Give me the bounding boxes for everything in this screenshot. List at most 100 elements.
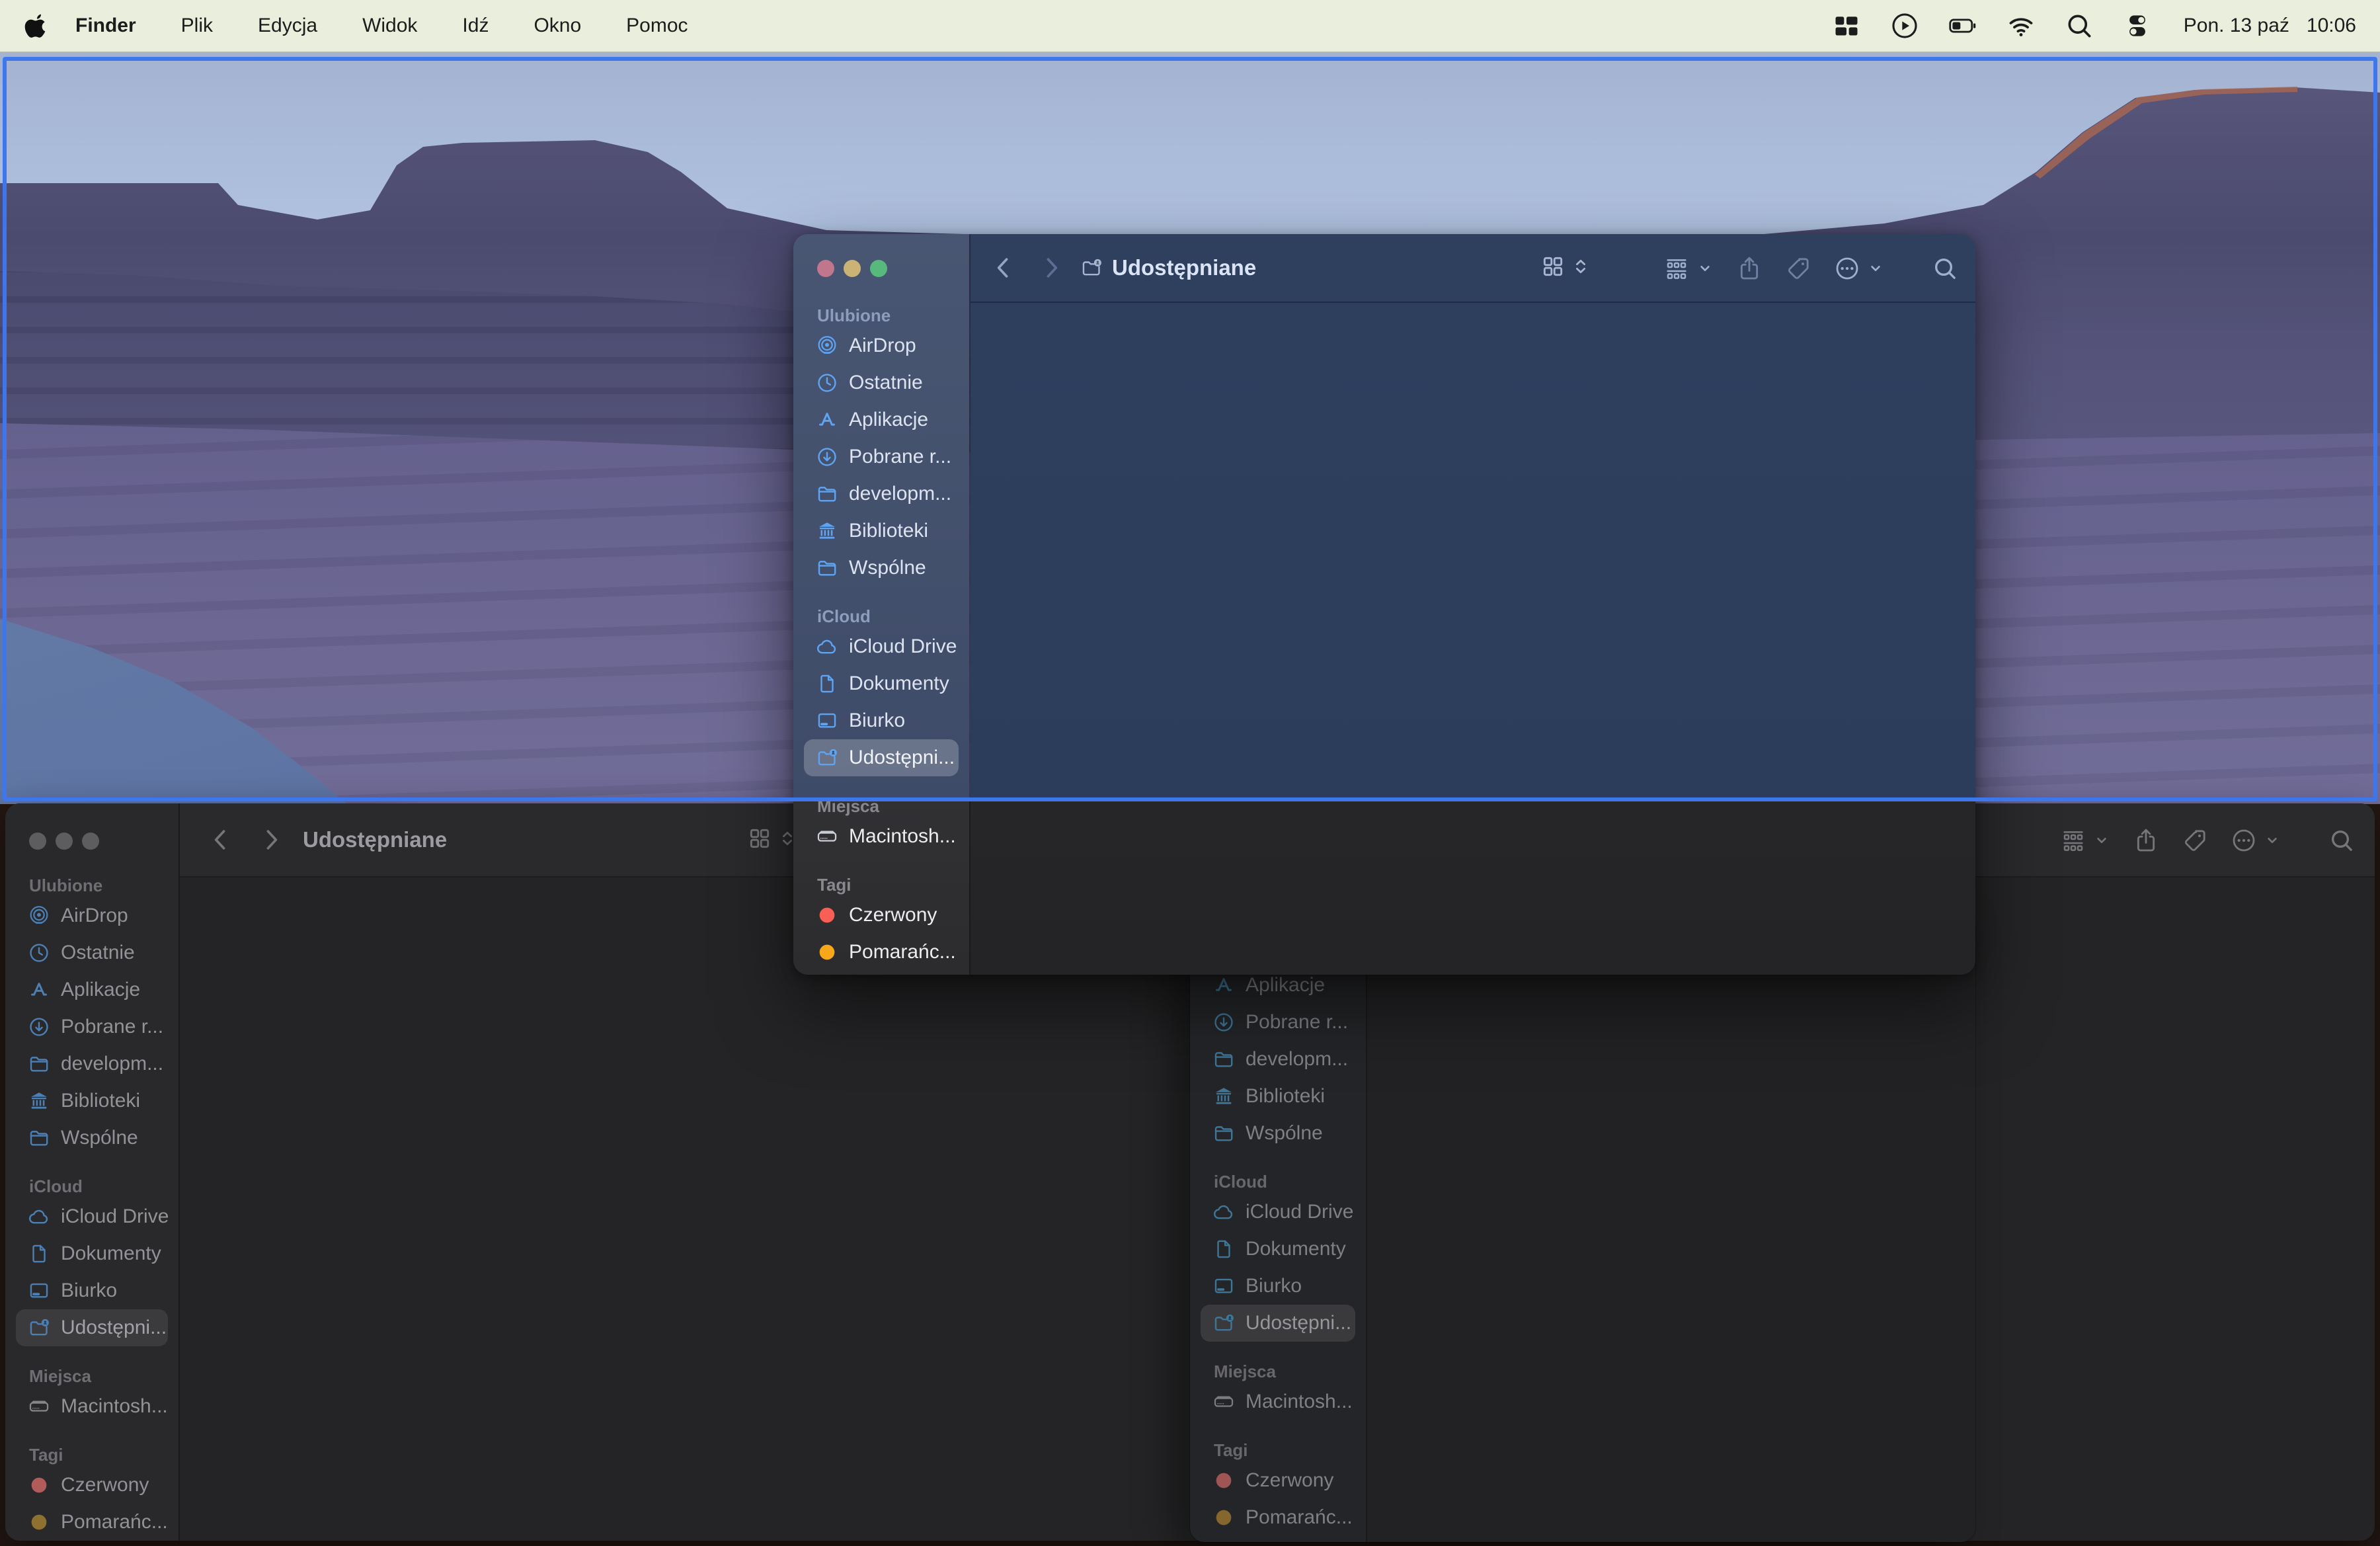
search-icon[interactable] (1932, 255, 1958, 282)
chevron-left-icon[interactable] (206, 825, 235, 854)
sidebar-item-biblioteki[interactable]: Biblioteki (804, 512, 959, 549)
sidebar-item-czerwony[interactable]: Czerwony (804, 897, 959, 934)
search-icon[interactable] (2065, 11, 2094, 40)
sidebar-item-developm[interactable]: developm... (804, 475, 959, 512)
chevron-right-icon[interactable] (1037, 253, 1066, 282)
bank-icon (28, 1090, 50, 1112)
sidebar-item-pobraner[interactable]: Pobrane r... (1201, 1004, 1355, 1041)
view-mode-control (1540, 254, 1591, 279)
more-actions-icon[interactable] (1834, 255, 1860, 282)
share-icon[interactable] (2133, 827, 2159, 854)
battery-icon[interactable] (1948, 11, 1977, 40)
chevrons-up-down-icon[interactable] (1571, 257, 1591, 276)
sidebar-item-label: developm... (849, 483, 951, 505)
sidebar-item-udostpni[interactable]: Udostępni... (16, 1309, 168, 1346)
sidebar-item-ostatnie[interactable]: Ostatnie (16, 934, 168, 971)
play-circle-icon[interactable] (1890, 11, 1919, 40)
sidebar-item-czerwony[interactable]: Czerwony (16, 1467, 168, 1504)
menu-item-okno[interactable]: Okno (511, 15, 604, 37)
tag-icon[interactable] (2182, 827, 2208, 854)
sidebar-item-pobraner[interactable]: Pobrane r... (16, 1008, 168, 1045)
menu-item-widok[interactable]: Widok (340, 15, 440, 37)
sidebar-section-label: Ulubione (793, 304, 969, 327)
chevron-right-icon[interactable] (257, 825, 286, 854)
menu-item-plik[interactable]: Plik (159, 15, 235, 37)
zoom-button[interactable] (870, 260, 887, 277)
sidebar-item-pobraner[interactable]: Pobrane r... (804, 438, 959, 475)
menu-item-pomoc[interactable]: Pomoc (604, 15, 710, 37)
app-blocks-icon[interactable] (1832, 11, 1861, 40)
sidebar-item-dokumenty[interactable]: Dokumenty (1201, 1231, 1355, 1268)
sidebar-item-czerwony[interactable]: Czerwony (1201, 1462, 1355, 1499)
grid-view-icon[interactable] (747, 826, 772, 851)
nav-buttons (989, 253, 1066, 282)
dot-icon (28, 1474, 50, 1496)
sidebar-section: MiejscaMacintosh... (1190, 1360, 1366, 1420)
menu-clock[interactable]: Pon. 13 paź 10:06 (2184, 15, 2356, 37)
sidebar-item-biblioteki[interactable]: Biblioteki (16, 1082, 168, 1119)
sidebar-item-dokumenty[interactable]: Dokumenty (804, 665, 959, 702)
sidebar-item-macintosh[interactable]: Macintosh... (804, 818, 959, 855)
sidebar-item-pomarac[interactable]: Pomarańc... (804, 934, 959, 971)
close-button[interactable] (817, 260, 834, 277)
wifi-icon[interactable] (2006, 11, 2036, 40)
sidebar-section: UlubioneAirDropOstatnie Aplikacje Pobrane … (793, 304, 969, 587)
sidebar-item-iclouddrive[interactable]: iCloud Drive (16, 1198, 168, 1235)
share-icon[interactable] (1736, 255, 1763, 282)
search-icon[interactable] (2328, 827, 2355, 854)
sidebar-item-developm[interactable]: developm... (1201, 1041, 1355, 1078)
menu-item-edycja[interactable]: Edycja (235, 15, 340, 37)
minimize-button[interactable] (844, 260, 861, 277)
minimize-button[interactable] (56, 833, 73, 850)
sidebar-item-macintosh[interactable]: Macintosh... (16, 1388, 168, 1425)
apple-icon[interactable] (24, 13, 50, 39)
sidebar-item-biurko[interactable]: Biurko (16, 1272, 168, 1309)
sidebar-item-wsplne[interactable]: Wspólne (804, 549, 959, 587)
control-center-icon[interactable] (2123, 11, 2152, 40)
more-actions-icon[interactable] (2231, 827, 2257, 854)
sidebar-item-udostpni[interactable]: Udostępni... (1201, 1305, 1355, 1342)
sidebar-item-aplikacje[interactable]: Aplikacje (16, 971, 168, 1008)
tag-icon[interactable] (1785, 255, 1811, 282)
sidebar-item-label: Pobrane r... (1246, 1011, 1348, 1034)
sidebar-section-label: Ulubione (5, 874, 178, 897)
menu-item-finder[interactable]: Finder (56, 15, 159, 37)
chevron-down-icon[interactable] (2093, 832, 2110, 849)
sidebar-item-udostpni[interactable]: Udostępni... (804, 739, 959, 776)
sidebar-item-label: developm... (1246, 1048, 1348, 1071)
sidebar-item-wsplne[interactable]: Wspólne (1201, 1115, 1355, 1152)
menu-time: 10:06 (2307, 15, 2356, 37)
group-actions-icon[interactable] (2060, 827, 2086, 854)
chevron-down-icon[interactable] (1867, 260, 1884, 277)
sidebar-item-biblioteki[interactable]: Biblioteki (1201, 1078, 1355, 1115)
menu-date: Pon. 13 paź (2184, 15, 2289, 37)
finder-window-floating[interactable]: Udostępniane UlubioneAirDropOstatnieApli… (793, 234, 1975, 975)
sidebar-item-biurko[interactable]: Biurko (1201, 1268, 1355, 1305)
chevron-down-icon[interactable] (1696, 260, 1714, 277)
sidebar-item-iclouddrive[interactable]: iCloud Drive (1201, 1194, 1355, 1231)
chevron-down-icon[interactable] (2264, 832, 2281, 849)
sidebar-item-airdrop[interactable]: AirDrop (804, 327, 959, 364)
sidebar-item-biurko[interactable]: Biurko (804, 702, 959, 739)
sidebar-item-pomarac[interactable]: Pomarańc... (1201, 1499, 1355, 1536)
sidebar-item-airdrop[interactable]: AirDrop (16, 897, 168, 934)
sidebar-item-ostatnie[interactable]: Ostatnie (804, 364, 959, 401)
file-area[interactable] (971, 303, 1975, 975)
sidebar-item-wsplne[interactable]: Wspólne (16, 1119, 168, 1157)
sidebar-item-macintosh[interactable]: Macintosh... (1201, 1383, 1355, 1420)
sidebar-item-pomarac[interactable]: Pomarańc... (16, 1504, 168, 1541)
close-button[interactable] (29, 833, 46, 850)
sidebar-item-aplikacje[interactable]: Aplikacje (804, 401, 959, 438)
sidebar-item-label: Aplikacje (849, 409, 928, 431)
group-actions-icon[interactable] (1663, 255, 1690, 282)
grid-view-icon[interactable] (1540, 254, 1566, 279)
sidebar-item-label: Pomarańc... (61, 1511, 168, 1533)
sidebar-section: TagiCzerwonyPomarańc... (5, 1444, 178, 1541)
sidebar-item-iclouddrive[interactable]: iCloud Drive (804, 628, 959, 665)
sidebar-item-developm[interactable]: developm... (16, 1045, 168, 1082)
chevron-left-icon[interactable] (989, 253, 1018, 282)
sidebar-item-dokumenty[interactable]: Dokumenty (16, 1235, 168, 1272)
sidebar-item-label: Udostępni... (849, 747, 955, 769)
zoom-button[interactable] (82, 833, 99, 850)
menu-item-id[interactable]: Idź (440, 15, 511, 37)
